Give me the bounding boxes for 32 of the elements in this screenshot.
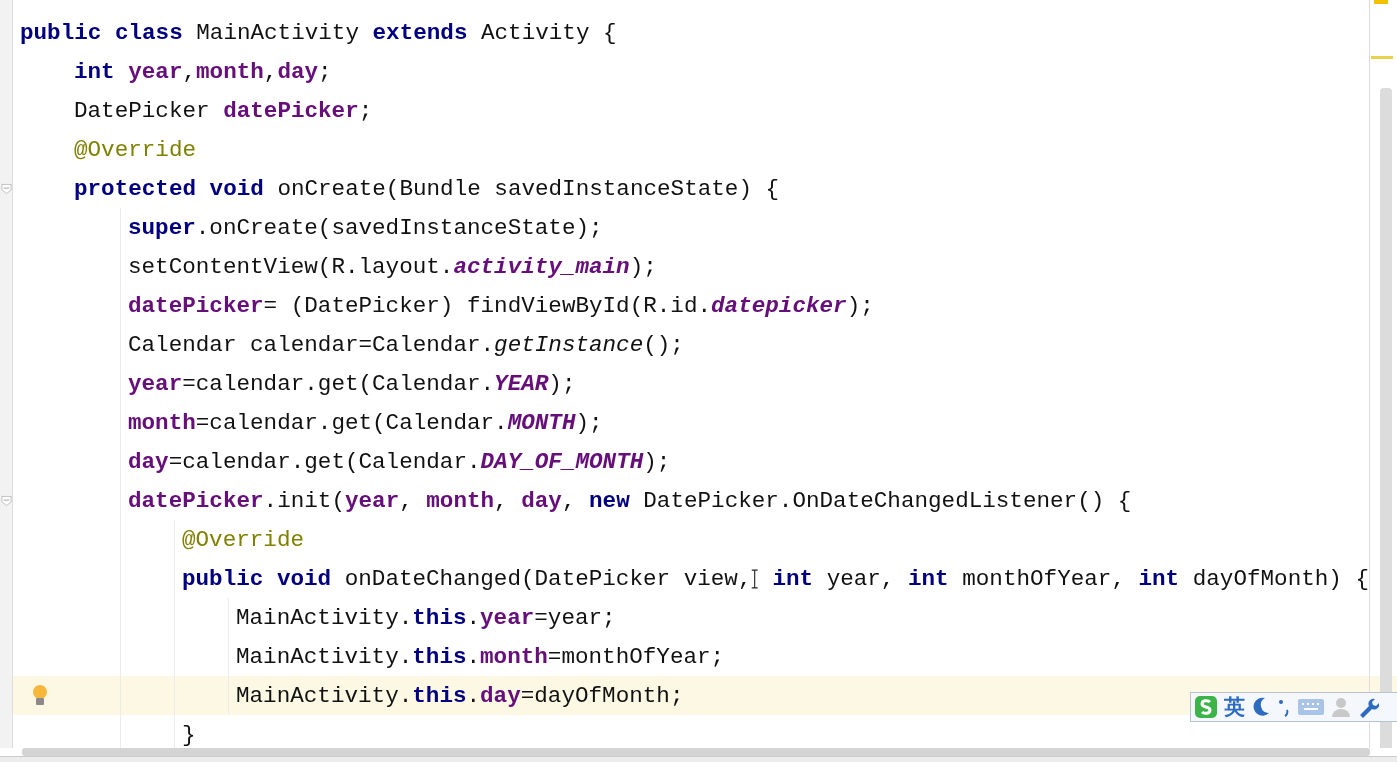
- code-line: @Override: [182, 526, 305, 553]
- code-line: public class MainActivity extends Activity {: [20, 19, 617, 46]
- fold-marker-icon[interactable]: [1, 182, 12, 195]
- vertical-scrollbar[interactable]: [1380, 88, 1392, 748]
- lightbulb-icon[interactable]: [32, 683, 48, 708]
- keyboard-icon[interactable]: [1297, 697, 1325, 717]
- code-line: Calendar calendar=Calendar.getInstance();: [128, 331, 684, 358]
- horizontal-scrollbar[interactable]: [22, 748, 1370, 756]
- code-line: day=calendar.get(Calendar.DAY_OF_MONTH);: [128, 448, 671, 475]
- code-line: protected void onCreate(Bundle savedInstanceState) {: [74, 175, 780, 202]
- code-line: DatePicker datePicker;: [74, 97, 373, 124]
- code-line: MainActivity.this.month=monthOfYear;: [236, 643, 725, 670]
- code-line: int year,month,day;: [74, 58, 332, 85]
- ime-logo-icon[interactable]: [1194, 695, 1218, 719]
- code-line: setContentView(R.layout.activity_main);: [128, 253, 657, 280]
- code-line: datePicker= (DatePicker) findViewById(R.id.datepicker);: [128, 292, 874, 319]
- moon-icon[interactable]: [1251, 696, 1271, 718]
- code-line: month=calendar.get(Calendar.MONTH);: [128, 409, 603, 436]
- code-line: }: [182, 721, 196, 748]
- user-icon[interactable]: [1331, 696, 1351, 718]
- code-line: public void onDateChanged(DatePicker view,: [182, 565, 752, 592]
- code-line: int year, int monthOfYear, int dayOfMonth) {: [771, 565, 1369, 592]
- code-line: datePicker.init(year, month, day, new DatePicker.OnDateChangedListener() {: [128, 487, 1132, 514]
- code-line: super.onCreate(savedInstanceState);: [128, 214, 603, 241]
- code-line: MainActivity.this.day=dayOfMonth;: [236, 682, 684, 709]
- code-line: year=calendar.get(Calendar.YEAR);: [128, 370, 576, 397]
- code-line: @Override: [74, 136, 197, 163]
- code-line: MainActivity.this.year=year;: [236, 604, 616, 631]
- fold-marker-icon[interactable]: [1, 494, 12, 507]
- warning-mark[interactable]: [1371, 56, 1393, 59]
- warning-mark[interactable]: [1374, 0, 1388, 4]
- input-language-toggle[interactable]: 英: [1224, 693, 1245, 721]
